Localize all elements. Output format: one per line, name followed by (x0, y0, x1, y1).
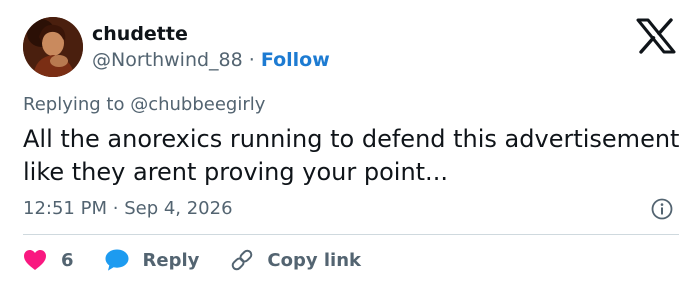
tweet-timestamp[interactable]: 12:51 PM · Sep 4, 2026 (23, 197, 233, 221)
info-icon[interactable] (651, 198, 673, 220)
like-button[interactable]: 6 (23, 249, 74, 271)
tweet-date: Sep 4, 2026 (124, 198, 233, 219)
x-logo-icon[interactable] (636, 18, 676, 54)
divider (23, 234, 679, 235)
action-bar: 6 Reply Copy link (23, 245, 361, 275)
timestamp-separator: · (112, 198, 119, 219)
speech-bubble-icon (104, 248, 130, 272)
handle-separator: · (248, 49, 255, 71)
author-handle-row: @Northwind_88 · Follow (92, 48, 330, 72)
reply-button[interactable]: Reply (104, 248, 200, 272)
reply-label: Reply (142, 249, 200, 271)
link-icon (229, 248, 255, 272)
like-count: 6 (61, 249, 74, 271)
copy-link-label: Copy link (267, 249, 361, 271)
replying-to: Replying to @chubbeegirly (23, 93, 265, 117)
author-display-name[interactable]: chudette (92, 22, 188, 46)
author-handle[interactable]: @Northwind_88 (92, 49, 243, 71)
avatar-image (23, 17, 83, 77)
heart-icon (23, 249, 47, 271)
replying-to-mention[interactable]: @chubbeegirly (130, 94, 265, 115)
copy-link-button[interactable]: Copy link (229, 248, 361, 272)
follow-button[interactable]: Follow (261, 49, 330, 71)
avatar[interactable] (23, 17, 83, 77)
tweet-time: 12:51 PM (23, 198, 107, 219)
tweet-text: All the anorexics running to defend this… (23, 125, 680, 186)
replying-to-prefix: Replying to (23, 94, 125, 115)
